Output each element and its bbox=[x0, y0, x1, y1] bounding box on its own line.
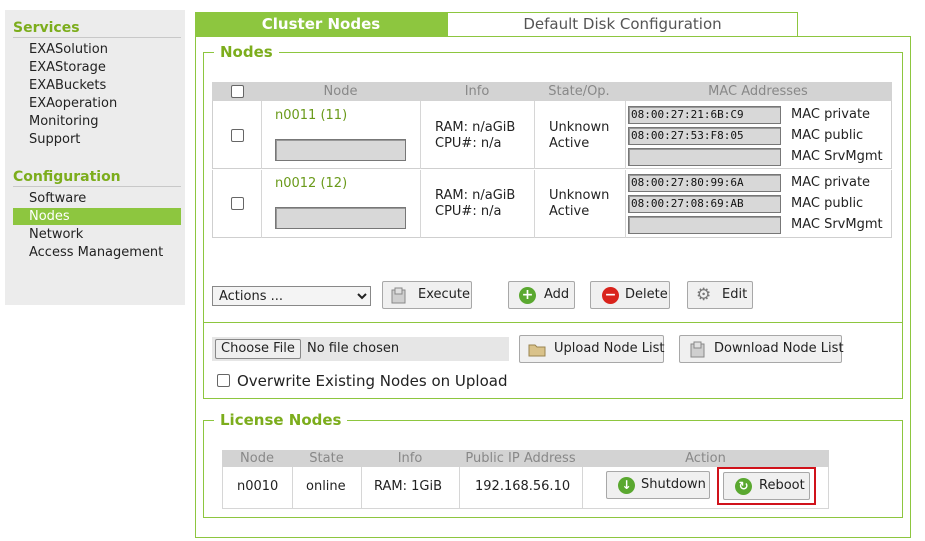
node-name-field[interactable] bbox=[275, 207, 406, 229]
reboot-icon: ↻ bbox=[735, 478, 752, 495]
file-upload-box: Choose File No file chosen bbox=[212, 337, 509, 361]
delete-button[interactable]: − Delete bbox=[590, 281, 670, 309]
node-op: Active bbox=[549, 204, 590, 219]
plus-icon: + bbox=[519, 287, 536, 304]
nodes-table-header: Node Info State/Op. MAC Addresses bbox=[212, 82, 892, 101]
row-checkbox[interactable] bbox=[231, 197, 244, 210]
download-label: Download Node List bbox=[714, 341, 844, 356]
license-table-header: Node State Info Public IP Address Action bbox=[222, 450, 829, 467]
row-checkbox[interactable] bbox=[231, 129, 244, 142]
upload-node-list-button[interactable]: Upload Node List bbox=[519, 335, 664, 363]
mac-public-field[interactable]: 08:00:27:53:F8:05 bbox=[628, 127, 781, 145]
delete-label: Delete bbox=[625, 287, 668, 302]
sidebar-item-monitoring[interactable]: Monitoring bbox=[13, 113, 181, 130]
table-row: n0012 (12) RAM: n/aGiB CPU#: n/a Unknown… bbox=[212, 170, 892, 238]
upload-label: Upload Node List bbox=[554, 341, 665, 356]
reboot-label: Reboot bbox=[759, 478, 805, 493]
tab-default-disk-configuration[interactable]: Default Disk Configuration bbox=[447, 12, 798, 37]
add-label: Add bbox=[544, 287, 570, 302]
add-button[interactable]: + Add bbox=[508, 281, 575, 309]
mac-private-label: MAC private bbox=[791, 175, 871, 190]
execute-label: Execute bbox=[418, 287, 470, 302]
mac-public-label: MAC public bbox=[791, 196, 864, 211]
configuration-heading: Configuration bbox=[13, 169, 181, 187]
mac-private-field[interactable]: 08:00:27:21:6B:C9 bbox=[628, 106, 781, 124]
node-link[interactable]: n0012 (12) bbox=[275, 176, 347, 191]
shutdown-button[interactable]: ↓ Shutdown bbox=[606, 471, 710, 499]
sidebar: Services EXASolution EXAStorage EXABucke… bbox=[5, 10, 185, 305]
sidebar-item-access-management[interactable]: Access Management bbox=[13, 244, 181, 261]
mac-srvmgmt-label: MAC SrvMgmt bbox=[791, 149, 883, 164]
license-node-state: online bbox=[306, 479, 346, 494]
mac-private-field[interactable]: 08:00:27:80:99:6A bbox=[628, 174, 781, 192]
ram-info: RAM: n/aGiB bbox=[435, 188, 516, 203]
mac-srvmgmt-field[interactable] bbox=[628, 148, 781, 166]
node-name-field[interactable] bbox=[275, 139, 406, 161]
gear-icon: ⚙ bbox=[696, 285, 712, 305]
col-ip: Public IP Address bbox=[465, 451, 576, 466]
choose-file-button[interactable]: Choose File bbox=[215, 339, 301, 359]
execute-button[interactable]: Execute bbox=[382, 281, 472, 309]
table-row: n0011 (11) RAM: n/aGiB CPU#: n/a Unknown… bbox=[212, 101, 892, 169]
overwrite-checkbox[interactable] bbox=[217, 374, 230, 387]
col-info: Info bbox=[397, 451, 423, 466]
minus-icon: − bbox=[602, 287, 619, 304]
sidebar-item-software[interactable]: Software bbox=[13, 190, 181, 207]
col-info: Info bbox=[464, 84, 490, 99]
mac-public-label: MAC public bbox=[791, 128, 864, 143]
actions-select[interactable]: Actions ... bbox=[212, 286, 371, 306]
node-op: Active bbox=[549, 136, 590, 151]
services-heading: Services bbox=[13, 20, 181, 38]
reboot-button[interactable]: ↻ Reboot bbox=[723, 472, 810, 500]
select-all-checkbox[interactable] bbox=[231, 85, 244, 98]
mac-srvmgmt-field[interactable] bbox=[628, 216, 781, 234]
cpu-info: CPU#: n/a bbox=[435, 136, 502, 151]
download-node-list-button[interactable]: Download Node List bbox=[679, 335, 844, 363]
shutdown-icon: ↓ bbox=[618, 477, 635, 494]
sidebar-item-exabuckets[interactable]: EXABuckets bbox=[13, 77, 181, 94]
col-state: State/Op. bbox=[548, 84, 610, 99]
nodes-legend: Nodes bbox=[220, 43, 273, 61]
node-state: Unknown bbox=[549, 120, 610, 135]
col-mac: MAC Addresses bbox=[708, 84, 808, 99]
sidebar-item-nodes[interactable]: Nodes bbox=[13, 208, 181, 225]
license-node-name: n0010 bbox=[237, 479, 279, 494]
node-link[interactable]: n0011 (11) bbox=[275, 108, 347, 123]
tab-cluster-nodes[interactable]: Cluster Nodes bbox=[195, 12, 447, 37]
section-divider bbox=[204, 322, 902, 323]
folder-icon bbox=[528, 341, 546, 358]
col-state: State bbox=[309, 451, 344, 466]
mac-srvmgmt-label: MAC SrvMgmt bbox=[791, 217, 883, 232]
edit-label: Edit bbox=[722, 287, 748, 302]
col-node: Node bbox=[240, 451, 274, 466]
col-action: Action bbox=[685, 451, 726, 466]
license-nodes-legend: License Nodes bbox=[220, 411, 342, 429]
ram-info: RAM: n/aGiB bbox=[435, 120, 516, 135]
sidebar-item-exastorage[interactable]: EXAStorage bbox=[13, 59, 181, 76]
mac-public-field[interactable]: 08:00:27:08:69:AB bbox=[628, 195, 781, 213]
download-icon bbox=[689, 341, 706, 358]
shutdown-label: Shutdown bbox=[641, 477, 706, 492]
execute-icon bbox=[390, 287, 407, 304]
cpu-info: CPU#: n/a bbox=[435, 204, 502, 219]
mac-private-label: MAC private bbox=[791, 107, 871, 122]
sidebar-item-exasolution[interactable]: EXASolution bbox=[13, 41, 181, 58]
col-node: Node bbox=[323, 84, 358, 99]
license-node-ip: 192.168.56.10 bbox=[475, 479, 571, 494]
sidebar-item-support[interactable]: Support bbox=[13, 131, 181, 148]
edit-button[interactable]: ⚙ Edit bbox=[687, 281, 753, 309]
node-state: Unknown bbox=[549, 188, 610, 203]
overwrite-label: Overwrite Existing Nodes on Upload bbox=[237, 372, 508, 390]
no-file-label: No file chosen bbox=[307, 341, 400, 356]
sidebar-item-network[interactable]: Network bbox=[13, 226, 181, 243]
sidebar-item-exaoperation[interactable]: EXAoperation bbox=[13, 95, 181, 112]
license-node-info: RAM: 1GiB bbox=[374, 479, 443, 494]
